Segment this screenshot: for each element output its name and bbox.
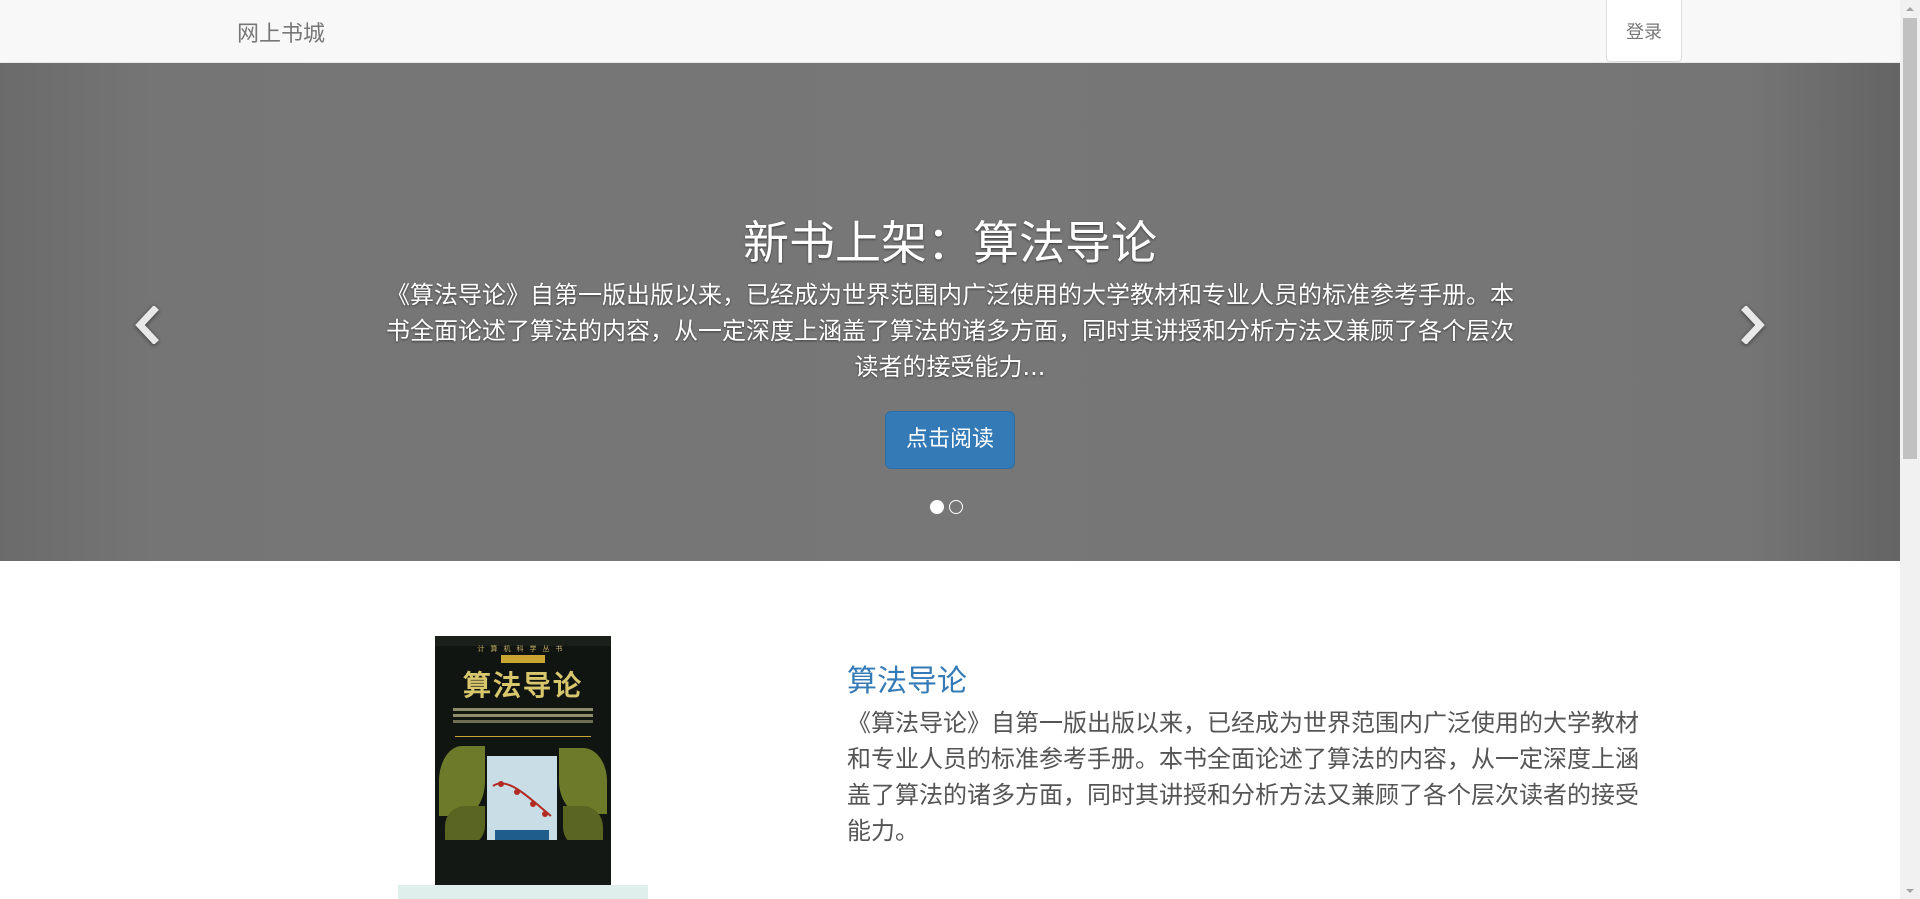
cover-bottom-band (435, 840, 611, 886)
carousel-title: 新书上架：算法导论 (743, 216, 1157, 270)
page-scrollbar[interactable] (1900, 0, 1920, 899)
cover-authors-lines (453, 708, 593, 711)
hero-carousel: 新书上架：算法导论 《算法导论》自第一版出版以来，已经成为世界范围内广泛使用的大… (0, 63, 1900, 561)
carousel-caption: 新书上架：算法导论 《算法导论》自第一版出版以来，已经成为世界范围内广泛使用的大… (380, 213, 1520, 469)
read-now-button[interactable]: 点击阅读 (884, 411, 1015, 469)
cover-series-text: 计算机科学丛书 (477, 645, 569, 653)
cover-title-text: 算法导论 (462, 669, 583, 702)
top-navbar: 网上书城 登录 (0, 0, 1900, 63)
chevron-right-icon (1740, 305, 1768, 348)
brand-link[interactable]: 网上书城 (237, 16, 325, 48)
chevron-left-icon (132, 305, 160, 348)
carousel-description: 《算法导论》自第一版出版以来，已经成为世界范围内广泛使用的大学教材和专业人员的标… (386, 281, 1514, 381)
scroll-down-arrow-icon[interactable] (1900, 882, 1920, 899)
carousel-indicator-1[interactable] (930, 500, 944, 514)
carousel-indicator-2[interactable] (949, 500, 963, 514)
scroll-up-arrow-icon[interactable] (1900, 0, 1920, 17)
book-cover-image[interactable]: 计算机科学丛书 算法导论 (435, 636, 611, 886)
carousel-indicators (930, 500, 963, 514)
cover-divider (455, 736, 591, 737)
book-title-link[interactable]: 算法导论 (847, 656, 967, 700)
login-button[interactable]: 登录 (1606, 0, 1682, 62)
cover-caption-strip (398, 885, 648, 899)
cover-badge (501, 655, 545, 663)
carousel-prev-control[interactable] (116, 297, 176, 357)
book-description: 《算法导论》自第一版出版以来，已经成为世界范围内广泛使用的大学教材和专业人员的标… (847, 709, 1639, 845)
carousel-next-control[interactable] (1724, 297, 1784, 357)
cover-leaf-2 (559, 748, 607, 814)
scrollbar-thumb[interactable] (1903, 18, 1917, 459)
